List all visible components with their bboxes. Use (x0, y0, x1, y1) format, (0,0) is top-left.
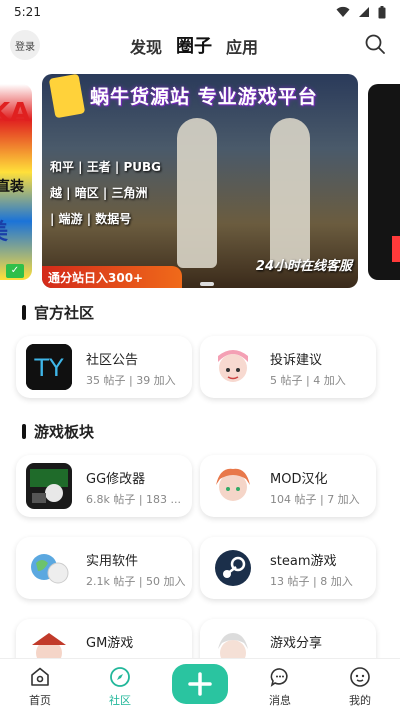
section-games-title: 游戏板块 (22, 421, 94, 442)
card-name: GG修改器 (86, 472, 146, 487)
banner-carousel[interactable]: KA 直装 美 ✓ 蜗牛货源站 专业游戏平台 和平 | 王者 | PUBG 越 … (0, 74, 400, 290)
signal-icon (359, 7, 369, 17)
steam-thumb (210, 545, 256, 591)
mod-thumb (210, 463, 256, 509)
globe-avatar-icon (26, 545, 72, 591)
statue-figure-left (177, 118, 217, 268)
nav-community[interactable]: 社区 (80, 659, 160, 712)
profile-face-icon (350, 667, 370, 687)
card-meta: 13 帖子 | 8 加入 (270, 575, 353, 588)
banner-main-image[interactable]: 蜗牛货源站 专业游戏平台 和平 | 王者 | PUBG 越 | 暗区 | 三角洲… (42, 74, 358, 288)
nav-messages-label: 消息 (269, 694, 291, 707)
hacker-avatar-icon (26, 463, 72, 509)
community-card-mod[interactable]: MOD汉化 104 帖子 | 7 加入 (200, 455, 376, 517)
card-meta: 2.1k 帖子 | 50 加入 (86, 575, 186, 588)
banner-prev-text: KA (0, 98, 31, 128)
card-name: MOD汉化 (270, 472, 328, 487)
community-card-steam[interactable]: steam游戏 13 帖子 | 8 加入 (200, 537, 376, 599)
status-icons (336, 5, 386, 19)
software-thumb (26, 545, 72, 591)
top-tabs: 发现 圈子 应用 (130, 32, 258, 58)
banner-game-line: 越 | 暗区 | 三角洲 (50, 186, 148, 200)
banner-service-text: 24小时在线客服 (255, 259, 352, 274)
wifi-icon (336, 6, 350, 17)
section-title-text: 官方社区 (34, 304, 95, 322)
card-name: steam游戏 (270, 554, 337, 569)
card-meta: 35 帖子 | 39 加入 (86, 374, 176, 387)
banner-prev-text-3: 美 (0, 214, 8, 246)
anime-avatar-icon (210, 344, 256, 390)
nav-community-label: 社区 (109, 694, 131, 707)
status-bar: 5:21 (0, 0, 400, 24)
check-icon: ✓ (6, 264, 24, 278)
battery-icon (378, 5, 386, 18)
nav-messages[interactable]: 消息 (240, 659, 320, 712)
card-meta: 6.8k 帖子 | 183 ... (86, 493, 182, 506)
section-title-text: 游戏板块 (34, 423, 95, 441)
card-meta: 104 帖子 | 7 加入 (270, 493, 360, 506)
nav-home-label: 首页 (29, 694, 51, 707)
section-marker (22, 424, 26, 439)
banner-game-line: 和平 | 王者 | PUBG (50, 160, 162, 174)
card-name: 游戏分享 (270, 636, 323, 651)
banner-game-line: | 端游 | 数据号 (50, 212, 132, 226)
banner-game-list: 和平 | 王者 | PUBG 越 | 暗区 | 三角洲 | 端游 | 数据号 (50, 158, 162, 236)
card-name: GM游戏 (86, 636, 134, 651)
carousel-indicator (200, 282, 214, 286)
nav-profile[interactable]: 我的 (320, 659, 400, 712)
card-name: 社区公告 (86, 353, 139, 368)
banner-badge (48, 74, 86, 119)
bottom-navigation: 首页 社区 消息 我的 (0, 658, 400, 712)
tab-discover[interactable]: 发现 (130, 34, 162, 58)
announcement-thumb: TY (26, 344, 72, 390)
banner-ribbon: 通分站日入300+ (42, 266, 182, 288)
card-name: 投诉建议 (270, 353, 323, 368)
section-official-title: 官方社区 (22, 302, 94, 323)
login-button[interactable]: 登录 (10, 30, 40, 60)
gg-thumb (26, 463, 72, 509)
nav-profile-label: 我的 (349, 694, 371, 707)
card-meta: 5 帖子 | 4 加入 (270, 374, 346, 387)
plus-icon (188, 672, 212, 696)
ty-logo-icon: TY (26, 344, 72, 390)
banner-prev-text-2: 直装 (0, 179, 24, 195)
status-time: 5:21 (14, 5, 41, 19)
app-screen: 5:21 登录 发现 圈子 应用 KA 直装 ✓ 蜗牛货源站 专业游戏平台 和平… (0, 0, 400, 712)
steam-logo-icon (210, 545, 256, 591)
compass-icon (110, 667, 130, 687)
ty-logo-text: TY (33, 354, 64, 382)
banner-title: 蜗牛货源站 专业游戏平台 (90, 86, 318, 108)
add-post-button[interactable] (172, 664, 228, 704)
banner-ribbon-text: 通分站日入300+ (48, 271, 144, 285)
banner-next-peek[interactable] (368, 84, 400, 280)
search-icon[interactable] (364, 33, 386, 55)
anime-girl-icon (210, 463, 256, 509)
nav-home[interactable]: 首页 (0, 659, 80, 712)
section-marker (22, 305, 26, 320)
banner-next-accent (392, 236, 400, 262)
tab-apps[interactable]: 应用 (226, 34, 258, 58)
home-icon (31, 667, 49, 686)
community-card-software[interactable]: 实用软件 2.1k 帖子 | 50 加入 (16, 537, 192, 599)
banner-prev-peek[interactable]: KA 直装 美 ✓ (0, 84, 32, 280)
community-card-gg[interactable]: GG修改器 6.8k 帖子 | 183 ... (16, 455, 192, 517)
statue-figure-right (270, 118, 310, 268)
tab-circle[interactable]: 圈子 (176, 32, 212, 58)
top-header: 登录 发现 圈子 应用 (0, 28, 400, 62)
feedback-thumb (210, 344, 256, 390)
chat-bubble-icon (270, 668, 288, 687)
community-card-feedback[interactable]: 投诉建议 5 帖子 | 4 加入 (200, 336, 376, 398)
card-name: 实用软件 (86, 554, 139, 569)
community-card-announcement[interactable]: TY 社区公告 35 帖子 | 39 加入 (16, 336, 192, 398)
